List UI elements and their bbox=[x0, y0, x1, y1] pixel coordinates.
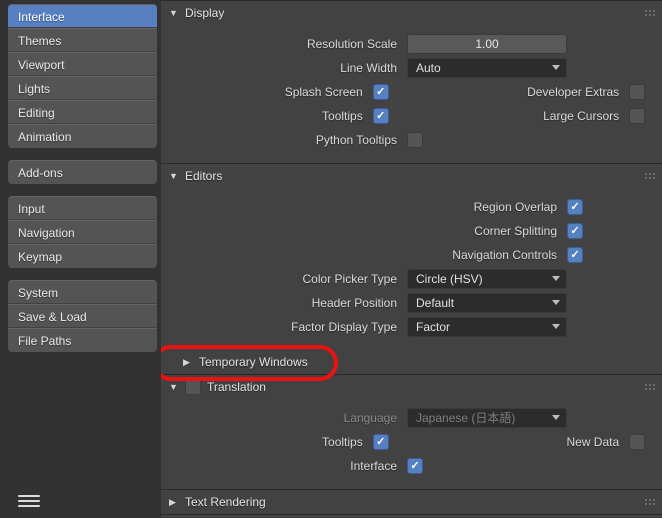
line-width-select[interactable]: Auto bbox=[407, 58, 567, 78]
panel-text-rendering: ▶ Text Rendering bbox=[161, 489, 662, 514]
panel-header-temporary-windows[interactable]: ▶ Temporary Windows bbox=[161, 350, 662, 374]
sidebar-item-keymap[interactable]: Keymap bbox=[8, 244, 157, 268]
preferences-main: ▼ Display Resolution Scale 1.00 Line Wid… bbox=[161, 0, 662, 518]
disclosure-down-icon: ▼ bbox=[169, 8, 179, 18]
label-python-tooltips: Python Tooltips bbox=[177, 133, 397, 147]
panel-header-editors[interactable]: ▼ Editors bbox=[161, 164, 662, 188]
sidebar-item-navigation[interactable]: Navigation bbox=[8, 220, 157, 244]
disclosure-down-icon: ▼ bbox=[169, 171, 179, 181]
grip-icon[interactable] bbox=[644, 383, 656, 391]
label-trans-interface: Interface bbox=[177, 459, 397, 473]
panel-title: Text Rendering bbox=[185, 495, 266, 509]
trans-interface-checkbox[interactable] bbox=[407, 458, 423, 474]
grip-icon[interactable] bbox=[644, 498, 656, 506]
label-language: Language bbox=[177, 411, 397, 425]
label-corner-splitting: Corner Splitting bbox=[177, 224, 557, 238]
sidebar-item-file-paths[interactable]: File Paths bbox=[8, 328, 157, 352]
new-data-checkbox[interactable] bbox=[629, 434, 645, 450]
region-overlap-checkbox[interactable] bbox=[567, 199, 583, 215]
splash-screen-checkbox[interactable] bbox=[373, 84, 389, 100]
label-developer-extras: Developer Extras bbox=[518, 85, 619, 99]
panel-header-text-rendering[interactable]: ▶ Text Rendering bbox=[161, 490, 662, 514]
sidebar-item-themes[interactable]: Themes bbox=[8, 28, 157, 52]
label-resolution-scale: Resolution Scale bbox=[177, 37, 397, 51]
sidebar-item-addons[interactable]: Add-ons bbox=[8, 160, 157, 184]
panel-header-display[interactable]: ▼ Display bbox=[161, 1, 662, 25]
language-select[interactable]: Japanese (日本語) bbox=[407, 408, 567, 428]
label-color-picker-type: Color Picker Type bbox=[177, 272, 397, 286]
panel-title: Editors bbox=[185, 169, 222, 183]
panel-header-translation[interactable]: ▼ Translation bbox=[161, 375, 662, 399]
tooltips-checkbox[interactable] bbox=[373, 108, 389, 124]
label-navigation-controls: Navigation Controls bbox=[177, 248, 557, 262]
sidebar-item-interface[interactable]: Interface bbox=[8, 4, 157, 28]
label-large-cursors: Large Cursors bbox=[518, 109, 619, 123]
sidebar-item-animation[interactable]: Animation bbox=[8, 124, 157, 148]
label-trans-tooltips: Tooltips bbox=[177, 435, 363, 449]
trans-tooltips-checkbox[interactable] bbox=[373, 434, 389, 450]
disclosure-down-icon: ▼ bbox=[169, 382, 179, 392]
disclosure-right-icon: ▶ bbox=[183, 357, 193, 368]
label-new-data: New Data bbox=[518, 435, 619, 449]
panel-title: Display bbox=[185, 6, 224, 20]
label-line-width: Line Width bbox=[177, 61, 397, 75]
label-splash-screen: Splash Screen bbox=[177, 85, 363, 99]
label-region-overlap: Region Overlap bbox=[177, 200, 557, 214]
developer-extras-checkbox[interactable] bbox=[629, 84, 645, 100]
label-tooltips: Tooltips bbox=[177, 109, 363, 123]
panel-title: Translation bbox=[207, 380, 266, 394]
hamburger-icon[interactable] bbox=[18, 490, 40, 512]
panel-display: ▼ Display Resolution Scale 1.00 Line Wid… bbox=[161, 0, 662, 163]
sidebar-item-lights[interactable]: Lights bbox=[8, 76, 157, 100]
navigation-controls-checkbox[interactable] bbox=[567, 247, 583, 263]
panel-menus: ▶ Menus bbox=[161, 514, 662, 518]
panel-editors: ▼ Editors Region Overlap Corner Splittin… bbox=[161, 163, 662, 374]
sidebar-item-viewport[interactable]: Viewport bbox=[8, 52, 157, 76]
sidebar-item-save-load[interactable]: Save & Load bbox=[8, 304, 157, 328]
translation-enable-checkbox[interactable] bbox=[185, 379, 201, 395]
sidebar-item-system[interactable]: System bbox=[8, 280, 157, 304]
panel-title: Temporary Windows bbox=[199, 355, 308, 369]
sidebar-item-input[interactable]: Input bbox=[8, 196, 157, 220]
color-picker-type-select[interactable]: Circle (HSV) bbox=[407, 269, 567, 289]
grip-icon[interactable] bbox=[644, 172, 656, 180]
grip-icon[interactable] bbox=[644, 9, 656, 17]
label-factor-display-type: Factor Display Type bbox=[177, 320, 397, 334]
disclosure-right-icon: ▶ bbox=[169, 497, 179, 508]
header-position-select[interactable]: Default bbox=[407, 293, 567, 313]
corner-splitting-checkbox[interactable] bbox=[567, 223, 583, 239]
sidebar-item-editing[interactable]: Editing bbox=[8, 100, 157, 124]
resolution-scale-field[interactable]: 1.00 bbox=[407, 34, 567, 54]
preferences-sidebar: Interface Themes Viewport Lights Editing… bbox=[0, 0, 161, 518]
factor-display-type-select[interactable]: Factor bbox=[407, 317, 567, 337]
panel-translation: ▼ Translation Language Japanese (日本語) To… bbox=[161, 374, 662, 489]
label-header-position: Header Position bbox=[177, 296, 397, 310]
python-tooltips-checkbox[interactable] bbox=[407, 132, 423, 148]
large-cursors-checkbox[interactable] bbox=[629, 108, 645, 124]
